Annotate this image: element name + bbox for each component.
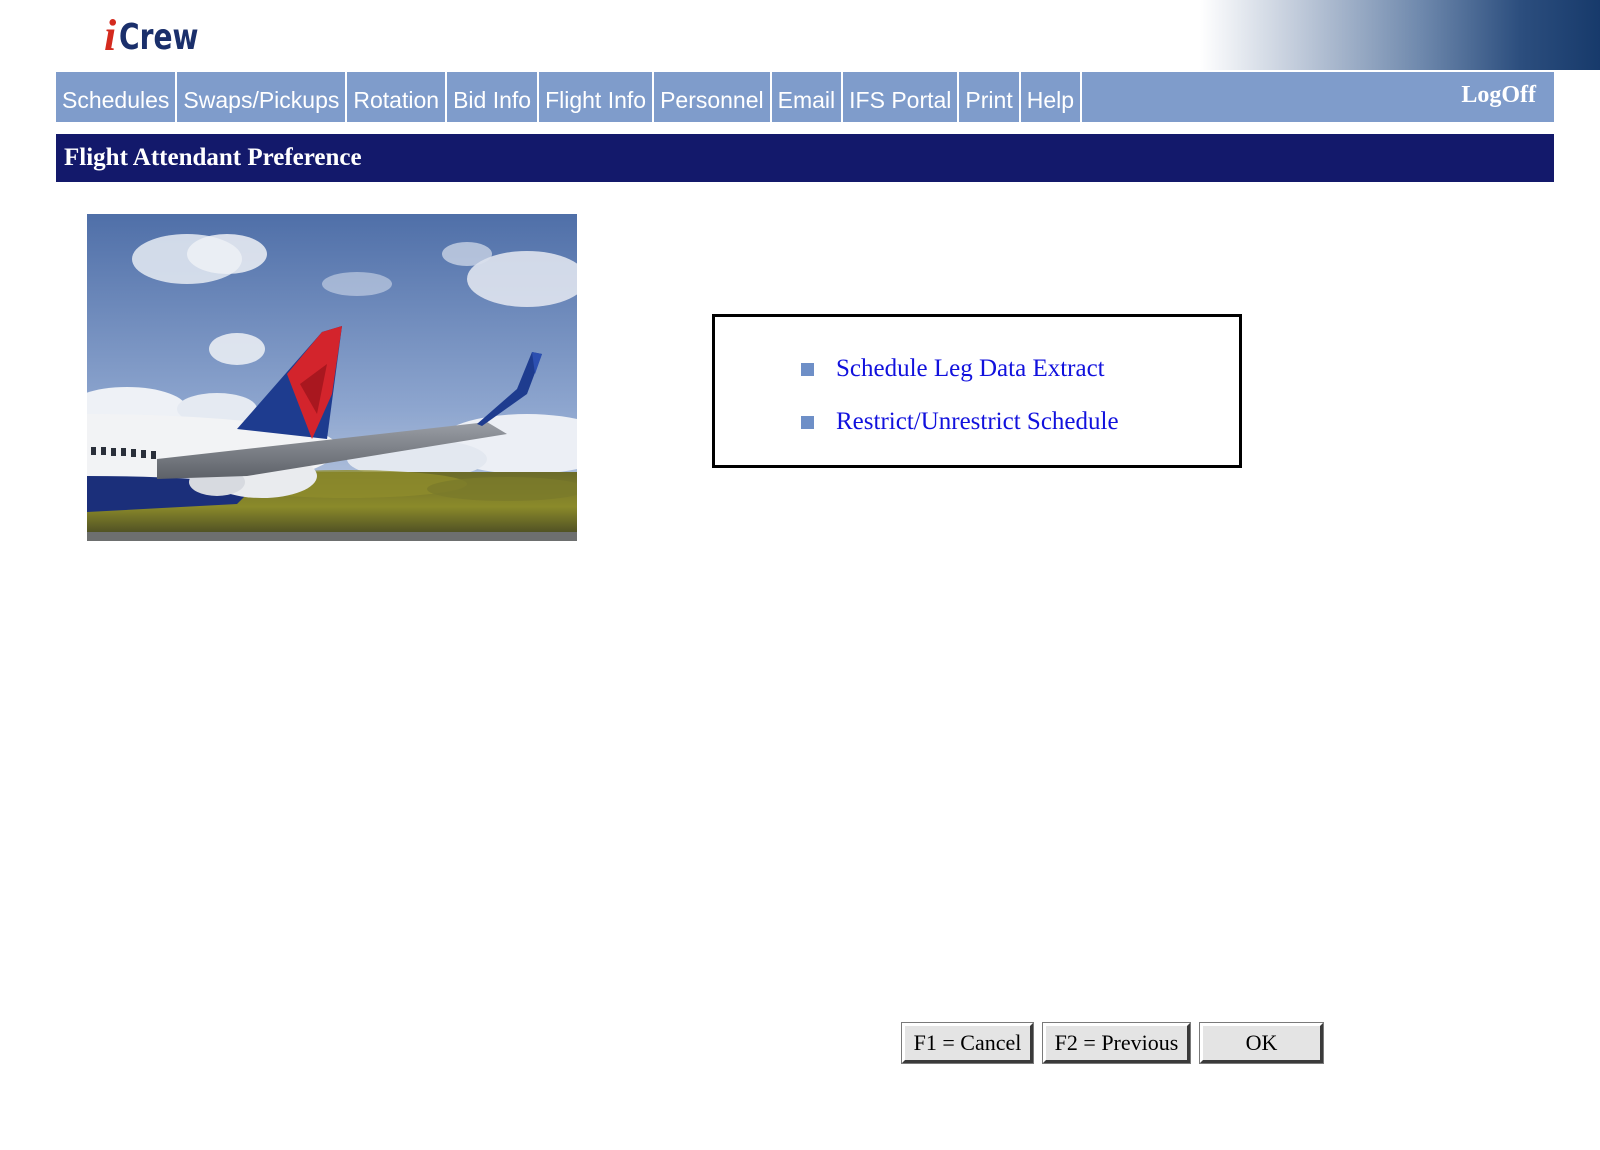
menu-item-restrict-unrestrict-schedule[interactable]: Restrict/Unrestrict Schedule [801, 408, 1119, 436]
nav-print[interactable]: Print [959, 72, 1021, 122]
nav-personnel[interactable]: Personnel [654, 72, 772, 122]
bullet-square-icon [801, 415, 814, 429]
page-title: Flight Attendant Preference [64, 144, 362, 171]
menu-item-label[interactable]: Restrict/Unrestrict Schedule [836, 408, 1119, 436]
icrew-logo: i Crew [104, 10, 221, 58]
logo-crew: Crew [119, 17, 199, 58]
ok-button[interactable]: OK [1199, 1022, 1324, 1064]
options-menu-box: Schedule Leg Data Extract Restrict/Unres… [712, 314, 1242, 468]
main-nav-bar: Schedules Swaps/Pickups Rotation Bid Inf… [56, 72, 1554, 122]
header: i Crew [0, 0, 1600, 72]
menu-item-label[interactable]: Schedule Leg Data Extract [836, 355, 1105, 383]
nav-schedules[interactable]: Schedules [56, 72, 178, 122]
bullet-square-icon [801, 362, 814, 376]
nav-swaps-pickups[interactable]: Swaps/Pickups [177, 72, 348, 122]
cancel-button[interactable]: F1 = Cancel [901, 1022, 1034, 1064]
page-title-bar: Flight Attendant Preference [56, 134, 1554, 182]
nav-flight-info[interactable]: Flight Info [539, 72, 655, 122]
nav-bid-info[interactable]: Bid Info [447, 72, 540, 122]
logoff-link[interactable]: LogOff [1461, 82, 1536, 109]
nav-rotation[interactable]: Rotation [347, 72, 448, 122]
menu-item-schedule-leg-data-extract[interactable]: Schedule Leg Data Extract [801, 355, 1105, 383]
header-gradient-banner [1200, 0, 1600, 70]
nav-ifs-portal[interactable]: IFS Portal [843, 72, 960, 122]
logo-i: i [104, 11, 117, 60]
previous-button[interactable]: F2 = Previous [1042, 1022, 1191, 1064]
airplane-photo [87, 214, 577, 541]
nav-email[interactable]: Email [772, 72, 844, 122]
nav-help[interactable]: Help [1021, 72, 1083, 122]
